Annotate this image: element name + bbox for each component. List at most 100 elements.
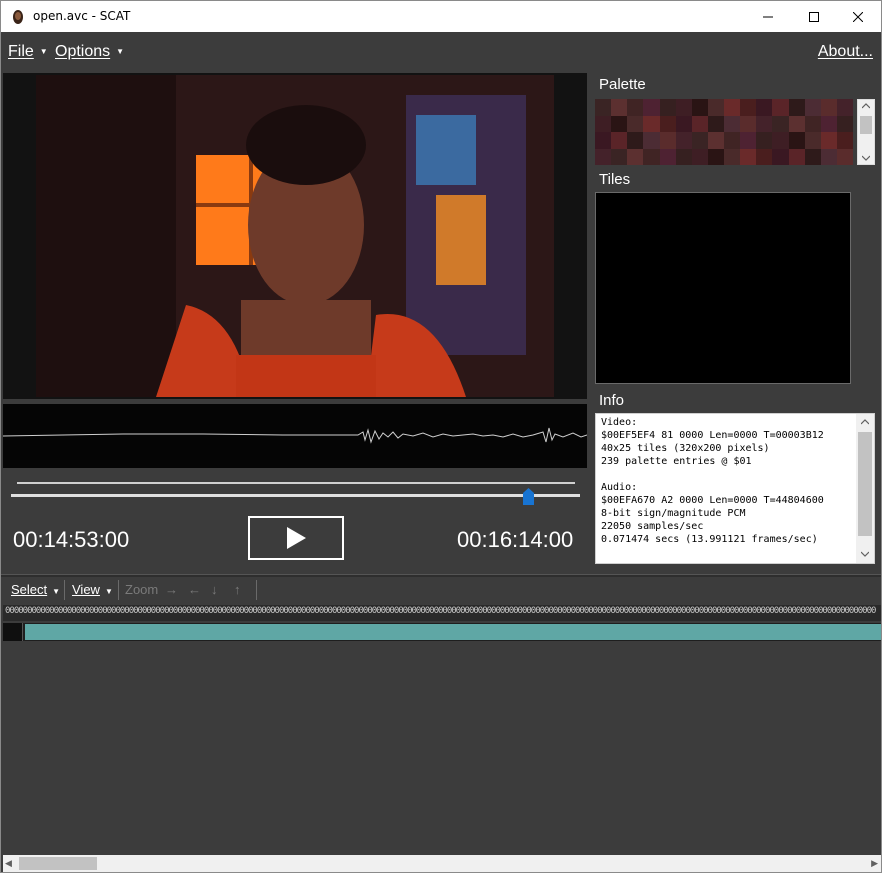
menu-options[interactable]: Options ▼ <box>55 43 124 61</box>
palette-swatch[interactable] <box>724 99 741 116</box>
palette-swatch[interactable] <box>756 99 773 116</box>
chevron-down-icon: ▼ <box>52 587 61 596</box>
close-button[interactable] <box>835 1 881 32</box>
minimize-icon <box>763 16 773 17</box>
palette-swatch[interactable] <box>691 148 708 165</box>
menu-file[interactable]: File ▼ <box>8 43 48 61</box>
palette-swatch[interactable] <box>611 132 628 149</box>
palette-swatch[interactable] <box>595 148 612 165</box>
palette-swatch[interactable] <box>820 148 837 165</box>
palette-swatch[interactable] <box>659 115 676 132</box>
palette-swatch[interactable] <box>740 99 757 116</box>
palette-swatch[interactable] <box>643 115 660 132</box>
palette-swatch[interactable] <box>772 148 789 165</box>
palette-swatch[interactable] <box>836 148 853 165</box>
palette-swatch[interactable] <box>707 148 724 165</box>
palette-swatch[interactable] <box>804 148 821 165</box>
palette-swatch[interactable] <box>627 115 644 132</box>
palette-swatch[interactable] <box>836 132 853 149</box>
palette-swatch[interactable] <box>643 99 660 116</box>
palette-swatch[interactable] <box>643 132 660 149</box>
palette-swatch[interactable] <box>675 99 692 116</box>
palette-swatch[interactable] <box>675 115 692 132</box>
arrow-left-button[interactable]: ← <box>188 582 201 597</box>
palette-swatch[interactable] <box>691 99 708 116</box>
hscroll-thumb[interactable] <box>19 857 97 870</box>
palette-scrollbar[interactable] <box>857 99 875 165</box>
seek-slider-track[interactable] <box>11 494 580 497</box>
palette-swatch[interactable] <box>707 115 724 132</box>
palette-swatch[interactable] <box>675 148 692 165</box>
palette-swatch[interactable] <box>611 99 628 116</box>
palette-swatch[interactable] <box>804 115 821 132</box>
palette-swatch[interactable] <box>772 132 789 149</box>
tiles-view[interactable] <box>595 192 851 384</box>
palette-swatch[interactable] <box>595 132 612 149</box>
palette-swatch[interactable] <box>804 132 821 149</box>
view-menu-button[interactable]: View ▼ <box>72 582 113 597</box>
play-button[interactable] <box>248 516 344 560</box>
palette-swatch[interactable] <box>659 99 676 116</box>
palette-grid[interactable] <box>595 99 853 165</box>
palette-swatch[interactable] <box>756 132 773 149</box>
palette-swatch[interactable] <box>804 99 821 116</box>
palette-swatch[interactable] <box>788 115 805 132</box>
palette-swatch[interactable] <box>740 148 757 165</box>
zoom-button[interactable]: Zoom <box>125 582 158 597</box>
minimize-button[interactable] <box>745 1 791 32</box>
palette-swatch[interactable] <box>788 132 805 149</box>
palette-swatch[interactable] <box>820 99 837 116</box>
palette-swatch[interactable] <box>788 148 805 165</box>
palette-swatch[interactable] <box>772 99 789 116</box>
palette-swatch[interactable] <box>611 148 628 165</box>
palette-swatch[interactable] <box>740 132 757 149</box>
info-scrollbar[interactable] <box>856 414 874 563</box>
palette-swatch[interactable] <box>691 115 708 132</box>
info-scroll-thumb[interactable] <box>858 432 872 536</box>
arrow-up-button[interactable]: ↑ <box>234 582 241 597</box>
arrow-right-button[interactable]: → <box>165 582 178 597</box>
palette-swatch[interactable] <box>611 115 628 132</box>
palette-swatch[interactable] <box>643 148 660 165</box>
chevron-down-icon: ▼ <box>116 47 125 57</box>
palette-swatch[interactable] <box>627 132 644 149</box>
chevron-down-icon: ▼ <box>104 587 113 596</box>
selection-range-track[interactable] <box>17 482 575 484</box>
palette-swatch[interactable] <box>836 99 853 116</box>
maximize-button[interactable] <box>791 1 837 32</box>
palette-swatch[interactable] <box>675 132 692 149</box>
palette-swatch[interactable] <box>724 132 741 149</box>
palette-swatch[interactable] <box>756 115 773 132</box>
palette-scroll-thumb[interactable] <box>860 116 872 134</box>
palette-swatch[interactable] <box>724 115 741 132</box>
palette-swatch[interactable] <box>659 132 676 149</box>
palette-swatch[interactable] <box>756 148 773 165</box>
palette-swatch[interactable] <box>772 115 789 132</box>
palette-swatch[interactable] <box>659 148 676 165</box>
arrow-down-button[interactable]: ↓ <box>211 582 218 597</box>
palette-swatch[interactable] <box>627 148 644 165</box>
palette-swatch[interactable] <box>724 148 741 165</box>
chevron-right-icon[interactable]: ▶ <box>871 858 878 869</box>
timeline-hscrollbar[interactable]: ◀ ▶ <box>3 855 881 872</box>
timeline-ruler[interactable]: 0000000000000000000000000000000000000000… <box>3 605 881 621</box>
palette-swatch[interactable] <box>627 99 644 116</box>
seek-slider-thumb[interactable] <box>523 488 534 505</box>
info-textbox[interactable]: Video: $00EF5EF4 81 0000 Len=0000 T=0000… <box>595 413 875 564</box>
palette-swatch[interactable] <box>691 132 708 149</box>
palette-swatch[interactable] <box>707 99 724 116</box>
palette-swatch[interactable] <box>788 99 805 116</box>
track-segment[interactable] <box>25 624 881 640</box>
timeline-track[interactable] <box>3 623 881 641</box>
palette-swatch[interactable] <box>595 115 612 132</box>
palette-swatch[interactable] <box>836 115 853 132</box>
palette-swatch[interactable] <box>740 115 757 132</box>
menu-about[interactable]: About... <box>818 43 873 61</box>
palette-swatch[interactable] <box>820 115 837 132</box>
chevron-left-icon[interactable]: ◀ <box>5 858 12 869</box>
timeline-body[interactable] <box>3 641 881 855</box>
palette-swatch[interactable] <box>820 132 837 149</box>
palette-swatch[interactable] <box>595 99 612 116</box>
palette-swatch[interactable] <box>707 132 724 149</box>
select-menu-button[interactable]: Select ▼ <box>11 582 60 597</box>
